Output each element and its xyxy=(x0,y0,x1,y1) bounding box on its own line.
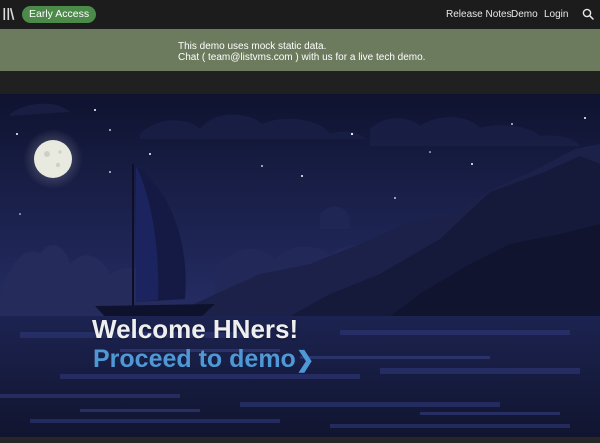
chevron-right-icon[interactable]: ❯ xyxy=(296,347,314,372)
hero-section: Welcome HNers! Proceed to demo❯ xyxy=(0,94,600,443)
banner-line-2: Chat ( team@listvms.com ) with us for a … xyxy=(178,52,426,63)
early-access-badge: Early Access xyxy=(22,6,97,23)
proceed-to-demo-label[interactable]: Proceed to demo xyxy=(93,345,296,373)
demo-link[interactable]: Demo xyxy=(511,8,538,21)
top-nav: Early Access Release Notes Demo Login xyxy=(0,0,600,29)
welcome-heading: Welcome HNers! xyxy=(92,314,299,344)
demo-notice-banner: This demo uses mock static data. Chat ( … xyxy=(0,29,600,71)
night-sailboat-illustration xyxy=(0,94,600,443)
login-link[interactable]: Login xyxy=(544,8,568,21)
spacer-strip xyxy=(0,71,600,94)
search-icon[interactable] xyxy=(582,8,594,20)
proceed-to-demo-link[interactable]: Proceed to demo❯ xyxy=(93,344,314,375)
page: Early Access Release Notes Demo Login Th… xyxy=(0,0,600,443)
release-notes-link[interactable]: Release Notes xyxy=(446,8,512,21)
bottom-edge-bar xyxy=(0,437,600,443)
bars-logo-icon[interactable] xyxy=(3,6,15,22)
